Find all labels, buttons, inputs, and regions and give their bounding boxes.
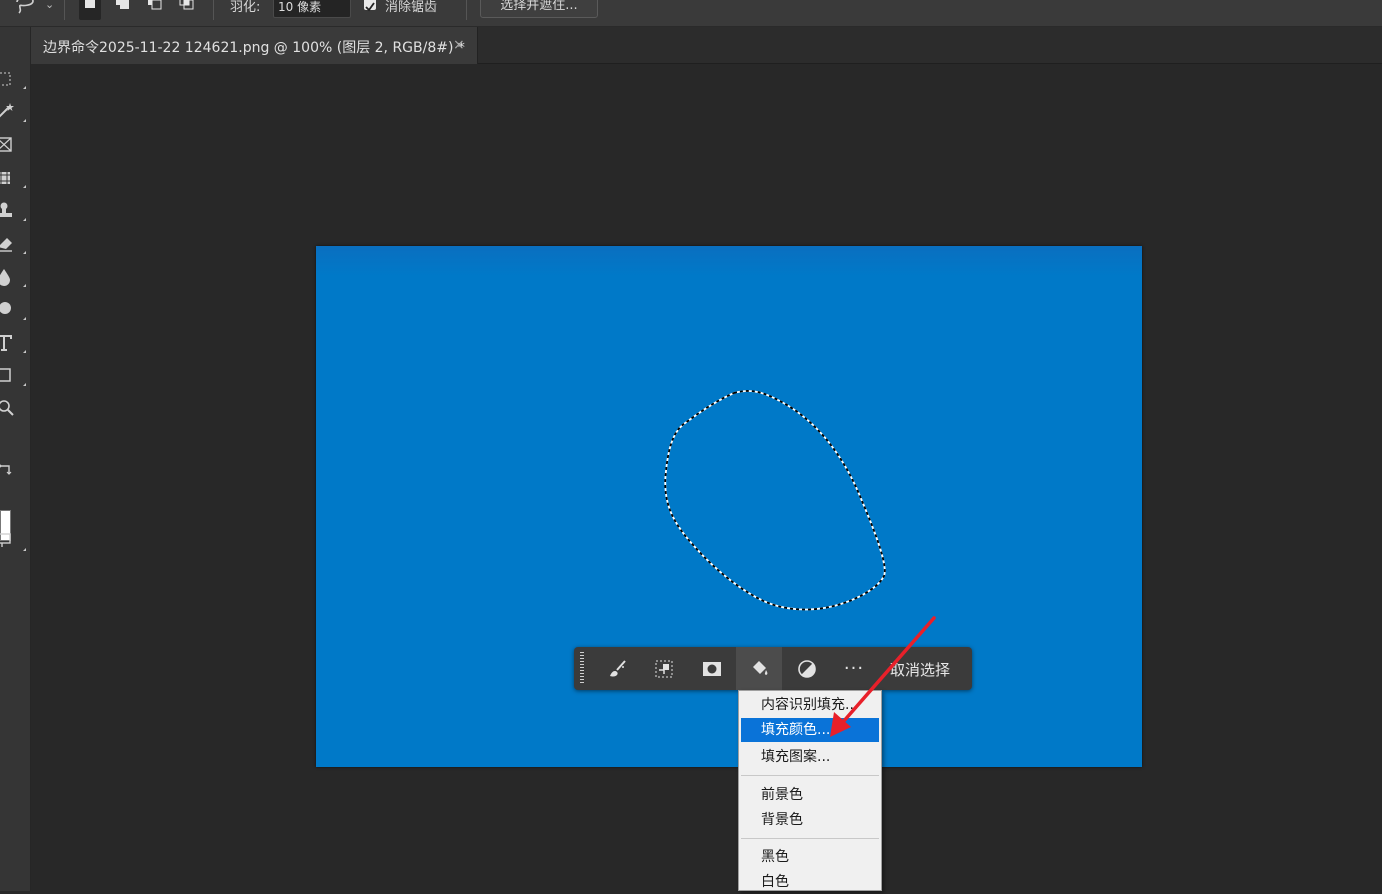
antialias-checkbox[interactable] (364, 0, 376, 12)
generative-fill-button[interactable] (594, 647, 640, 690)
paint-bucket-icon (753, 660, 768, 675)
fill-selection-button[interactable] (736, 647, 782, 690)
close-icon[interactable]: × (453, 37, 465, 53)
deselect-button[interactable]: 取消选择 (890, 659, 950, 680)
divider (213, 0, 214, 20)
type-tool-icon[interactable] (0, 329, 26, 355)
marquee-tool-icon[interactable] (0, 65, 26, 91)
menu-item-fill-color[interactable]: 填充颜色... (741, 718, 879, 742)
menu-item-foreground-color[interactable]: 前景色 (741, 783, 879, 807)
magic-wand-tool-icon[interactable] (0, 98, 26, 124)
menu-item-background-color[interactable]: 背景色 (741, 808, 879, 832)
select-and-mask-button[interactable]: 选择并遮住... (480, 0, 598, 18)
tools-panel (0, 27, 31, 891)
more-icon: ··· (843, 657, 865, 679)
subtract-from-selection-button[interactable] (144, 0, 166, 20)
chevron-down-icon[interactable]: ⌄ (45, 0, 54, 11)
antialias-label: 消除锯齿 (385, 0, 438, 15)
document-tab[interactable]: 边界命令2025-11-22 124621.png @ 100% (图层 2, … (31, 27, 478, 64)
more-options-button[interactable]: ··· (831, 647, 877, 690)
frame-tool-icon[interactable] (0, 131, 24, 157)
dodge-tool-icon[interactable] (0, 296, 26, 322)
feather-input[interactable]: 10 像素 (273, 0, 351, 18)
menu-item-fill-pattern[interactable]: 填充图案... (741, 745, 879, 769)
fill-dropdown-menu: 内容识别填充... 填充颜色... 填充图案... 前景色 背景色 黑色 白色 (738, 690, 882, 891)
mask-icon (703, 661, 721, 676)
selection-modify-icon (655, 660, 673, 677)
zoom-tool-icon[interactable] (0, 395, 24, 421)
menu-item-white[interactable]: 白色 (741, 870, 879, 894)
screen-mode-icon[interactable] (0, 527, 26, 553)
menu-item-content-aware-fill[interactable]: 内容识别填充... (741, 693, 879, 717)
half-circle-icon (798, 659, 816, 678)
clone-stamp-tool-icon[interactable] (0, 197, 26, 223)
menu-divider (741, 838, 879, 839)
contextual-task-bar: ··· 取消选择 (574, 647, 972, 690)
lasso-tool-preset-icon[interactable] (13, 0, 41, 20)
eraser-tool-icon[interactable] (0, 230, 26, 256)
spot-healing-tool-icon[interactable] (0, 164, 26, 190)
new-selection-button[interactable] (79, 0, 101, 20)
rectangle-tool-icon[interactable] (0, 362, 26, 388)
modify-selection-button[interactable] (641, 647, 687, 690)
divider (466, 0, 467, 20)
divider (64, 0, 65, 20)
intersect-selection-button[interactable] (176, 0, 198, 20)
feather-label: 羽化: (230, 0, 261, 15)
menu-divider (741, 775, 879, 776)
document-tab-bar: 边界命令2025-11-22 124621.png @ 100% (图层 2, … (31, 27, 1382, 64)
adjustment-layer-button[interactable] (784, 647, 830, 690)
document-tab-title: 边界命令2025-11-22 124621.png @ 100% (图层 2, … (43, 40, 465, 56)
options-bar: ⌄ 羽化: 10 像素 消除锯齿 选择并遮住... (0, 0, 1382, 27)
drag-handle[interactable] (580, 652, 584, 685)
brush-icon (610, 659, 626, 677)
mask-button[interactable] (689, 647, 735, 690)
swap-colors-icon[interactable] (0, 457, 24, 483)
blur-tool-icon[interactable] (0, 263, 26, 289)
add-to-selection-button[interactable] (112, 0, 134, 20)
menu-item-black[interactable]: 黑色 (741, 845, 879, 869)
